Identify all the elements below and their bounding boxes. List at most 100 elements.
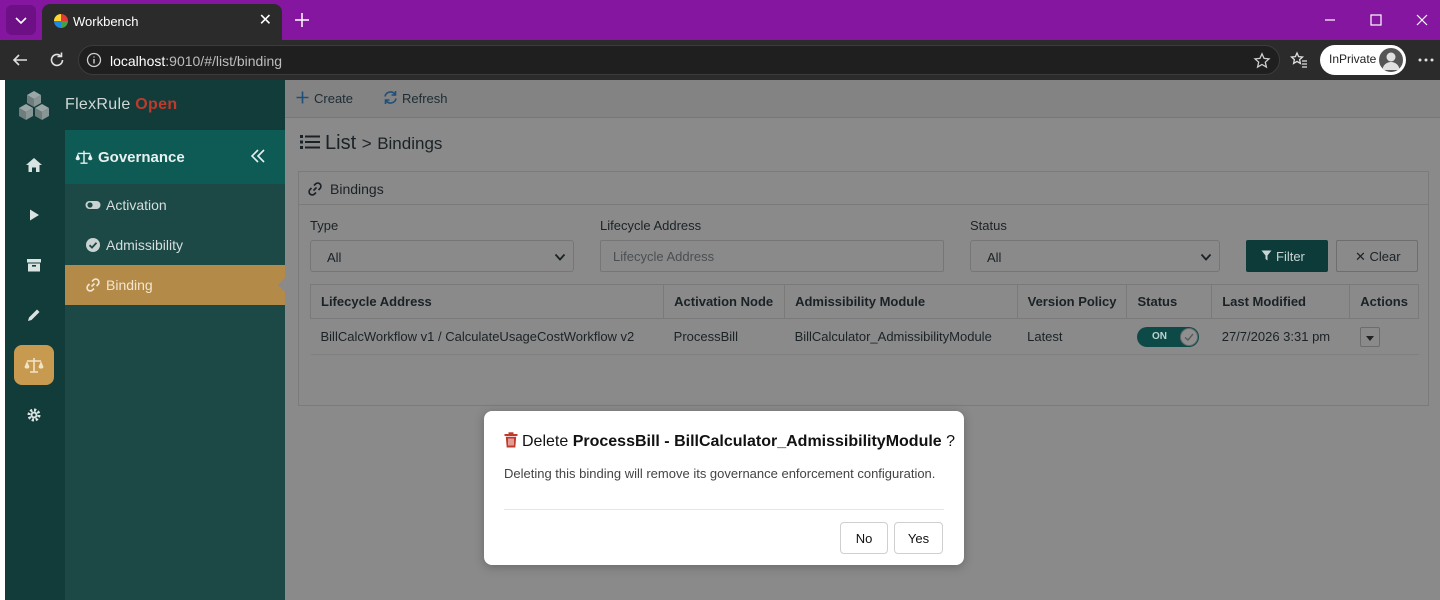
sidebar-item-admissibility[interactable]: Admissibility (65, 225, 285, 265)
breadcrumb-separator: > (361, 134, 372, 153)
check-circle-icon (86, 238, 100, 252)
minimize-button[interactable] (1320, 10, 1340, 30)
close-window-button[interactable] (1412, 10, 1432, 30)
status-toggle[interactable]: ON (1136, 326, 1199, 347)
panel-title: Bindings (330, 181, 384, 197)
create-button[interactable]: Create (295, 90, 353, 106)
brand-bar: FlexRule Open (65, 80, 285, 130)
list-icon (300, 135, 320, 149)
column-header-version-policy[interactable]: Version Policy (1016, 284, 1128, 319)
home-icon[interactable] (23, 154, 45, 176)
status-filter-value: All (987, 250, 1002, 265)
no-button-label: No (855, 531, 873, 546)
play-icon[interactable] (23, 204, 45, 226)
column-header-status[interactable]: Status (1126, 284, 1213, 319)
lifecycle-address-placeholder: Lifecycle Address (613, 249, 715, 264)
back-button[interactable] (10, 50, 30, 70)
link-icon (86, 278, 100, 292)
chevron-down-icon (15, 17, 27, 25)
brand-name: FlexRule Open (65, 96, 178, 113)
settings-more-button[interactable] (1416, 50, 1436, 70)
dialog-divider (504, 509, 944, 510)
minimize-icon (1325, 19, 1335, 21)
tab-actions-menu-button[interactable] (6, 5, 36, 35)
inprivate-label: InPrivate (1329, 52, 1377, 66)
tab-title: Workbench (73, 14, 139, 29)
arrow-left-icon (12, 54, 27, 66)
tab-close-button[interactable]: ✕ (259, 12, 272, 30)
address-bar[interactable]: localhost:9010/#/list/binding (78, 45, 1280, 75)
column-header-last-modified[interactable]: Last Modified (1211, 284, 1351, 319)
chevron-down-icon (1200, 253, 1212, 261)
sidebar-item-binding[interactable]: Binding (65, 265, 285, 305)
cell-status: ON (1126, 318, 1212, 355)
maximize-button[interactable] (1366, 10, 1386, 30)
type-filter-value: All (327, 250, 342, 265)
status-filter-select[interactable]: All (970, 240, 1220, 272)
link-icon (308, 182, 322, 196)
column-header-actions: Actions (1349, 284, 1419, 319)
breadcrumb-current: Bindings (377, 134, 443, 153)
cell-admissibility-module: BillCalculator_AdmissibilityModule (784, 318, 1018, 355)
page-title: List > Bindings (300, 132, 442, 155)
bindings-table: Lifecycle Address Activation Node Admiss… (309, 284, 1419, 355)
column-header-lifecycle-address[interactable]: Lifecycle Address (309, 284, 665, 319)
dialog-title-suffix: ? (946, 433, 956, 450)
sidebar: Governance Activation Admissibility Bind… (65, 130, 285, 600)
info-icon[interactable] (86, 52, 102, 68)
browser-titlebar: Workbench ✕ (0, 0, 1440, 40)
lifecycle-address-input[interactable]: Lifecycle Address (600, 240, 944, 272)
pencil-icon[interactable] (23, 304, 45, 326)
chevron-down-icon (554, 253, 566, 261)
favorite-star-icon[interactable] (1253, 52, 1271, 70)
bindings-panel: Bindings Type All Lifecycle Address Life… (298, 171, 1429, 406)
type-filter-select[interactable]: All (310, 240, 574, 272)
browser-tab[interactable]: Workbench ✕ (42, 4, 282, 40)
more-horizontal-icon (1418, 58, 1434, 62)
sidebar-item-label: Activation (106, 197, 167, 213)
inprivate-profile-button[interactable]: InPrivate (1320, 45, 1406, 75)
profile-icon (1382, 52, 1400, 70)
toggle-icon (85, 201, 101, 209)
address-url: localhost:9010/#/list/binding (110, 53, 283, 69)
dialog-title-target: ProcessBill - BillCalculator_Admissibili… (572, 433, 942, 450)
refresh-button[interactable]: Refresh (383, 90, 448, 106)
filter-funnel-icon (1261, 250, 1272, 261)
close-icon (1416, 14, 1428, 26)
flexrule-logo-icon (19, 91, 49, 120)
row-actions-dropdown-button[interactable] (1359, 326, 1380, 347)
sidebar-item-activation[interactable]: Activation (65, 185, 285, 225)
refresh-icon (384, 91, 397, 104)
sidebar-header-governance: Governance (65, 130, 285, 184)
column-header-activation-node[interactable]: Activation Node (663, 284, 786, 319)
clear-button-label: ✕ Clear (1355, 249, 1401, 264)
collapse-sidebar-button[interactable] (249, 147, 267, 165)
page-title-text: List (325, 132, 357, 154)
reload-icon (50, 52, 64, 67)
type-filter-label: Type (310, 218, 339, 233)
browser-navbar: localhost:9010/#/list/binding InPrivate (0, 40, 1440, 80)
status-toggle-label: ON (1151, 330, 1167, 342)
workbench-favicon-icon (54, 14, 68, 28)
clear-button[interactable]: ✕ Clear (1336, 240, 1418, 272)
favorites-button[interactable] (1289, 50, 1309, 70)
lifecycle-filter-label: Lifecycle Address (600, 218, 702, 233)
table-header-row: Lifecycle Address Activation Node Admiss… (309, 284, 1419, 319)
new-tab-button[interactable] (290, 8, 314, 32)
column-header-admissibility-module[interactable]: Admissibility Module (784, 284, 1018, 319)
reload-button[interactable] (47, 50, 67, 70)
filter-button-label: Filter (1276, 249, 1305, 264)
archive-icon[interactable] (23, 254, 45, 276)
no-button[interactable]: No (840, 522, 888, 554)
table-row[interactable]: BillCalcWorkflow v1 / CalculateUsageCost… (310, 318, 1419, 355)
panel-header: Bindings (299, 172, 1428, 205)
check-icon (1184, 333, 1194, 341)
filter-button[interactable]: Filter (1246, 240, 1328, 272)
dialog-message: Deleting this binding will remove its go… (504, 466, 936, 481)
balance-scale-icon[interactable] (23, 354, 45, 376)
gear-icon[interactable] (23, 404, 45, 426)
yes-button[interactable]: Yes (894, 522, 943, 554)
maximize-icon (1370, 14, 1382, 26)
icon-rail (5, 80, 65, 600)
dialog-title-prefix: Delete (522, 433, 569, 450)
